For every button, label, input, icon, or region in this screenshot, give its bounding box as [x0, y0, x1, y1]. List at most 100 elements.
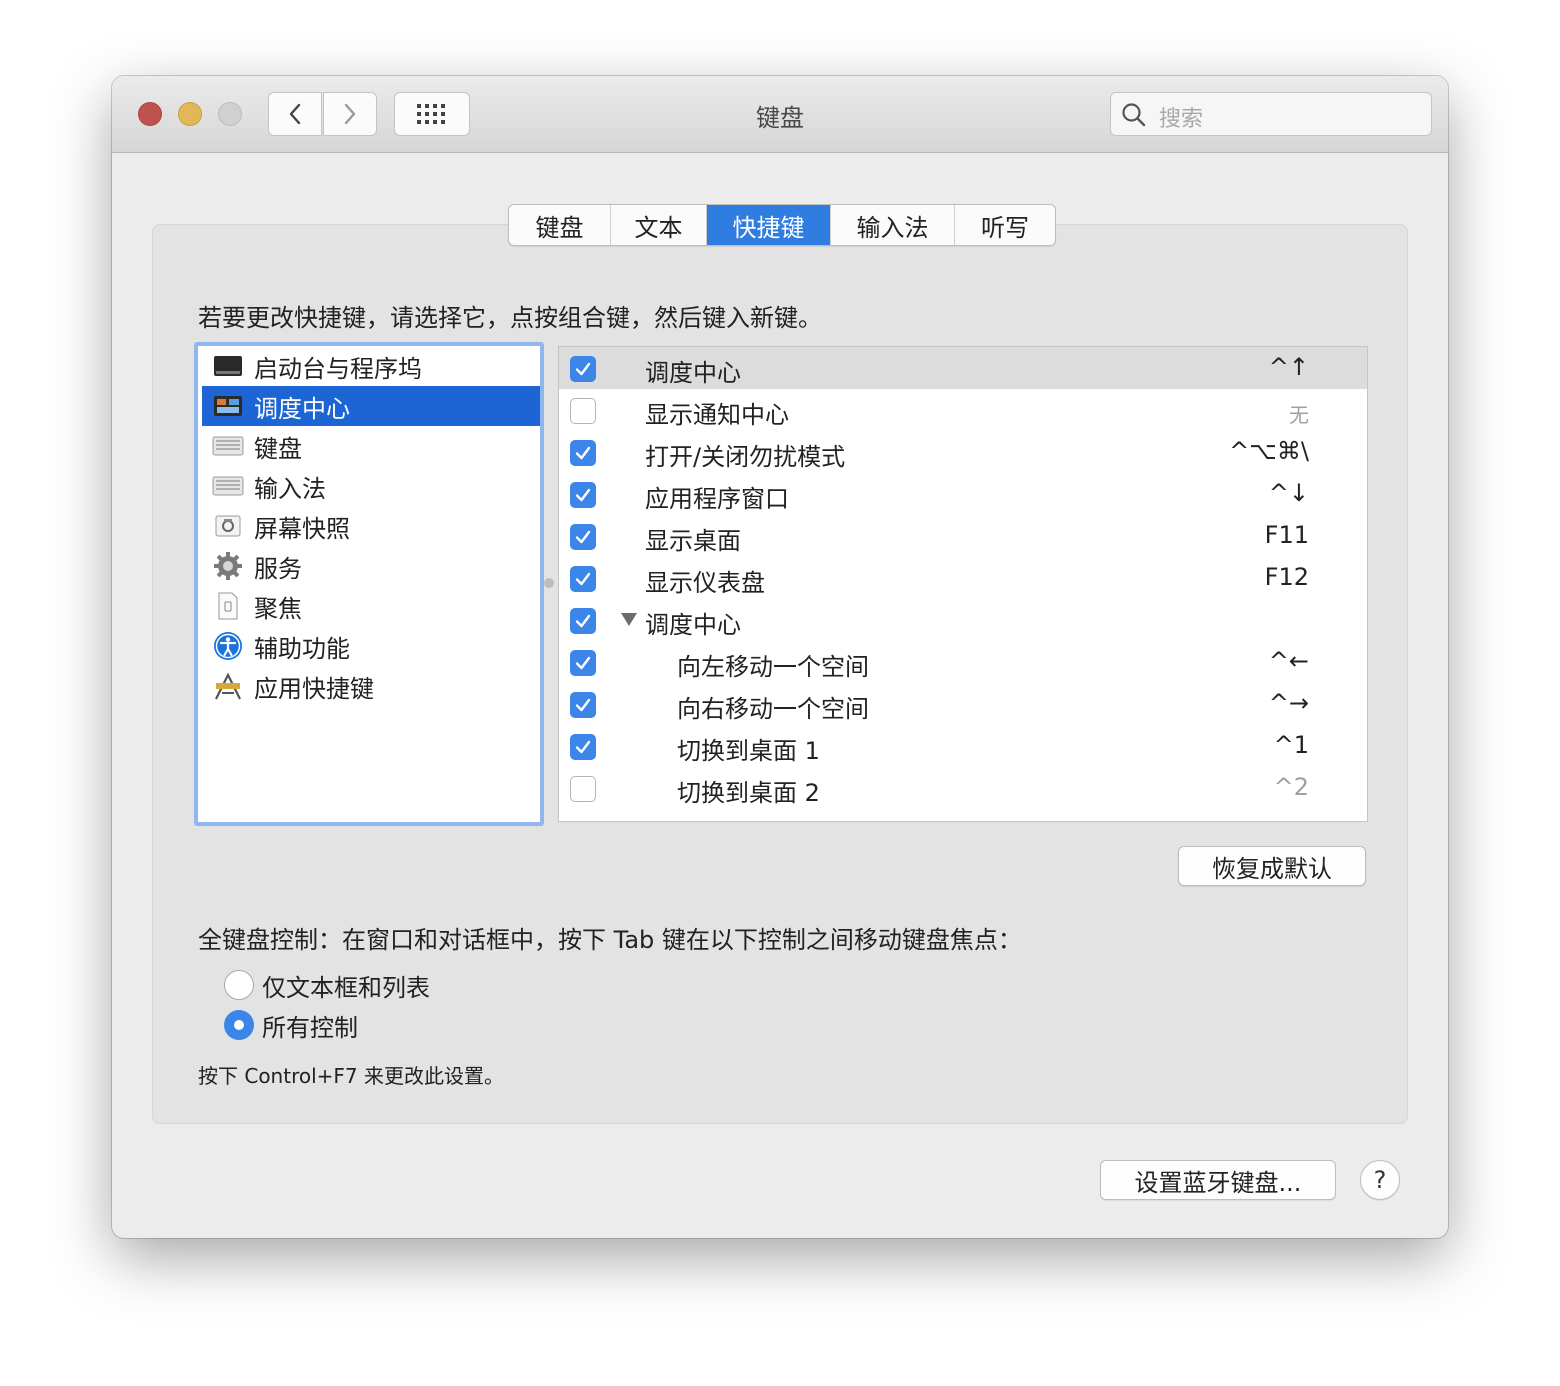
table-row[interactable]: 切换到桌面 1 ^1 [559, 725, 1367, 767]
checkmark-icon [575, 446, 591, 460]
category-label: 聚焦 [254, 594, 302, 623]
search-field[interactable]: 搜索 [1110, 92, 1432, 136]
shortcut-label: 切换到桌面 2 [677, 779, 820, 807]
shortcut-key[interactable]: ^2 [1274, 773, 1309, 801]
title-bar: 键盘 搜索 [112, 76, 1448, 153]
gear-icon [212, 550, 244, 582]
checkmark-icon [575, 530, 591, 544]
table-row[interactable]: 显示通知中心 无 [559, 389, 1367, 431]
table-row[interactable]: 应用程序窗口 ^↓ [559, 473, 1367, 515]
tab-bar: 键盘 文本 快捷键 输入法 听写 [508, 204, 1056, 246]
category-item-keyboard[interactable]: 键盘 [202, 426, 540, 466]
shortcut-key[interactable]: ^1 [1274, 731, 1309, 759]
checkmark-icon [575, 656, 591, 670]
shortcut-key[interactable]: F11 [1265, 521, 1309, 549]
category-item-screenshots[interactable]: 屏幕快照 [202, 506, 540, 546]
shortcut-label: 显示通知中心 [645, 401, 789, 429]
category-label: 应用快捷键 [254, 674, 374, 703]
tab-text[interactable]: 文本 [611, 205, 707, 245]
app-shortcuts-icon [212, 670, 244, 702]
search-icon [1122, 103, 1146, 127]
launchpad-icon [212, 350, 244, 382]
category-item-spotlight[interactable]: 聚焦 [202, 586, 540, 626]
shortcut-checkbox[interactable] [570, 482, 596, 508]
tab-shortcuts[interactable]: 快捷键 [707, 205, 831, 245]
instructions-text: 若要更改快捷键，请选择它，点按组合键，然后键入新键。 [198, 304, 822, 332]
shortcuts-table[interactable]: 调度中心 ^↑ 显示通知中心 无 打开/关闭勿扰模式 ^⌥⌘\ 应用程序窗口 ^… [558, 346, 1368, 822]
help-button[interactable]: ? [1360, 1160, 1400, 1200]
keyboard-control-hint: 按下 Control+F7 来更改此设置。 [198, 1064, 504, 1088]
table-row[interactable]: 向右移动一个空间 ^→ [559, 683, 1367, 725]
shortcut-key[interactable]: ^→ [1269, 689, 1309, 717]
category-item-accessibility[interactable]: 辅助功能 [202, 626, 540, 666]
tab-keyboard[interactable]: 键盘 [509, 205, 611, 245]
radio-button[interactable] [224, 970, 254, 1000]
category-list[interactable]: 启动台与程序坞 调度中心 键盘 输入法 屏幕快照 服务 聚焦 辅助功能 应用快捷… [194, 342, 544, 826]
screenshot-icon [212, 510, 244, 542]
shortcut-checkbox[interactable] [570, 566, 596, 592]
shortcut-key[interactable]: ^⌥⌘\ [1229, 437, 1309, 465]
shortcut-key[interactable]: ^↓ [1269, 479, 1309, 507]
split-view-divider[interactable] [544, 578, 554, 588]
shortcut-label: 显示仪表盘 [645, 569, 765, 597]
category-item-launchpad[interactable]: 启动台与程序坞 [202, 346, 540, 386]
tab-dictation[interactable]: 听写 [955, 205, 1055, 245]
mission-control-icon [212, 390, 244, 422]
radio-option-text-boxes[interactable]: 仅文本框和列表 [224, 968, 430, 1002]
setup-bluetooth-keyboard-button[interactable]: 设置蓝牙键盘... [1100, 1160, 1336, 1200]
preferences-window: 键盘 搜索 键盘 文本 快捷键 输入法 听写 若要更改快捷键，请选择它，点按组合… [112, 76, 1448, 1238]
table-row[interactable]: 向左移动一个空间 ^← [559, 641, 1367, 683]
radio-button[interactable] [224, 1010, 254, 1040]
checkmark-icon [575, 572, 591, 586]
radio-option-all-controls[interactable]: 所有控制 [224, 1008, 358, 1042]
category-item-services[interactable]: 服务 [202, 546, 540, 586]
shortcut-checkbox[interactable] [570, 440, 596, 466]
checkmark-icon [575, 740, 591, 754]
shortcut-label: 切换到桌面 1 [677, 737, 820, 765]
accessibility-icon [212, 630, 244, 662]
category-item-mission-control[interactable]: 调度中心 [202, 386, 540, 426]
shortcut-label: 调度中心 [645, 359, 741, 387]
checkmark-icon [575, 698, 591, 712]
checkmark-icon [575, 362, 591, 376]
tab-input-sources[interactable]: 输入法 [831, 205, 955, 245]
shortcut-key[interactable]: F12 [1265, 563, 1309, 591]
disclosure-triangle-icon[interactable] [621, 613, 637, 626]
shortcut-checkbox[interactable] [570, 356, 596, 382]
restore-defaults-button[interactable]: 恢复成默认 [1178, 846, 1366, 886]
checkmark-icon [575, 488, 591, 502]
table-row[interactable]: 切换到桌面 2 ^2 [559, 767, 1367, 809]
shortcut-checkbox[interactable] [570, 776, 596, 802]
table-row[interactable]: 显示桌面 F11 [559, 515, 1367, 557]
shortcut-checkbox[interactable] [570, 650, 596, 676]
shortcut-checkbox[interactable] [570, 398, 596, 424]
category-label: 输入法 [254, 474, 326, 503]
shortcut-key[interactable]: ^← [1269, 647, 1309, 675]
category-label: 键盘 [254, 434, 302, 463]
category-label: 调度中心 [254, 394, 350, 423]
shortcut-key[interactable]: ^↑ [1269, 353, 1309, 381]
category-item-app-shortcuts[interactable]: 应用快捷键 [202, 666, 540, 706]
table-row[interactable]: 调度中心 [559, 599, 1367, 641]
input-method-icon [212, 470, 244, 502]
shortcut-checkbox[interactable] [570, 692, 596, 718]
checkmark-icon [575, 614, 591, 628]
spotlight-icon [212, 590, 244, 622]
category-label: 服务 [254, 554, 302, 583]
table-row[interactable]: 调度中心 ^↑ [559, 347, 1367, 389]
full-keyboard-control-label: 全键盘控制：在窗口和对话框中，按下 Tab 键在以下控制之间移动键盘焦点： [198, 926, 1022, 954]
table-row[interactable]: 打开/关闭勿扰模式 ^⌥⌘\ [559, 431, 1367, 473]
category-item-input-sources[interactable]: 输入法 [202, 466, 540, 506]
table-row[interactable]: 显示仪表盘 F12 [559, 557, 1367, 599]
category-label: 启动台与程序坞 [254, 354, 422, 383]
keyboard-icon [212, 430, 244, 462]
shortcut-checkbox[interactable] [570, 734, 596, 760]
shortcut-label: 向右移动一个空间 [677, 695, 869, 723]
search-placeholder: 搜索 [1159, 107, 1204, 132]
shortcut-checkbox[interactable] [570, 608, 596, 634]
shortcut-label: 应用程序窗口 [645, 485, 789, 513]
shortcut-key[interactable]: 无 [1289, 399, 1309, 428]
shortcut-checkbox[interactable] [570, 524, 596, 550]
radio-dot [234, 1020, 244, 1030]
radio-label: 所有控制 [262, 1013, 358, 1042]
